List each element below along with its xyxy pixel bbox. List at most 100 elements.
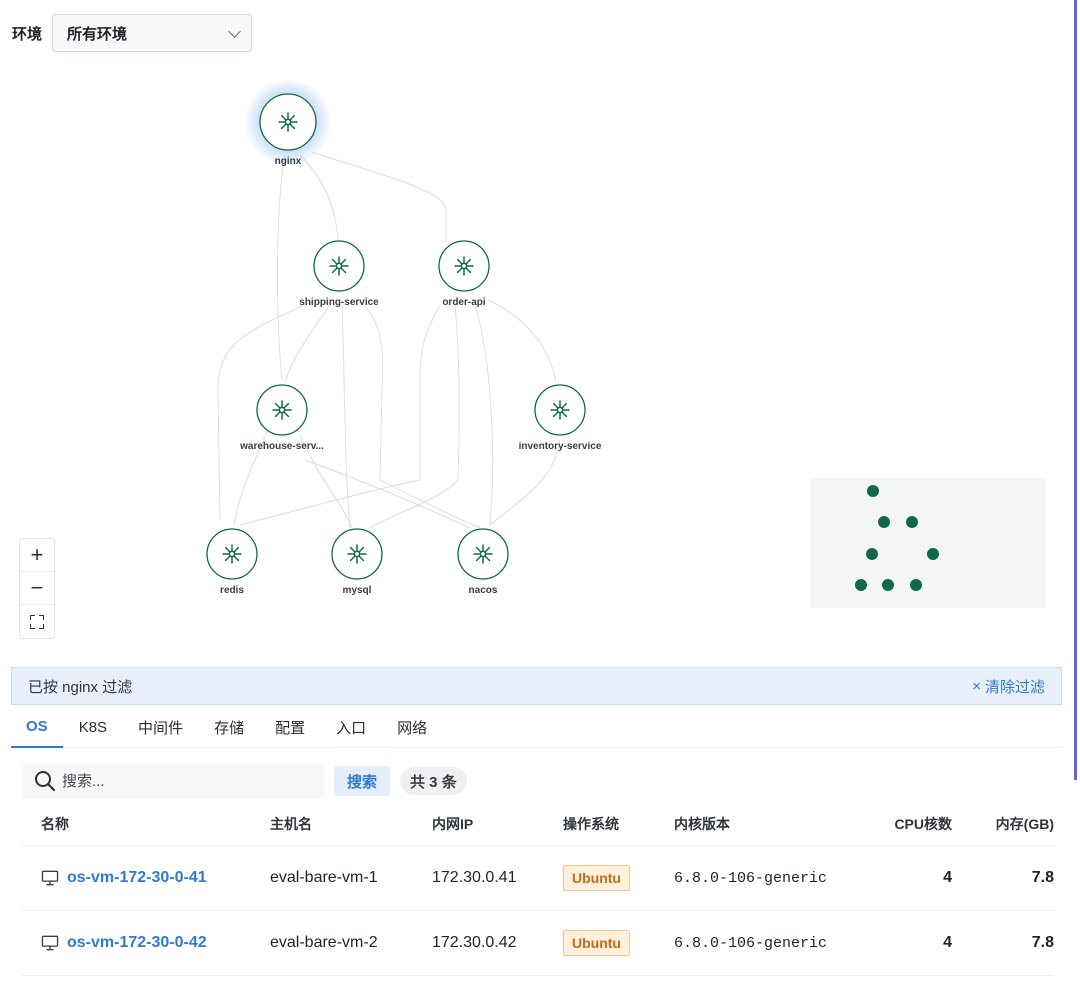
graph-node-mysql[interactable]: mysql xyxy=(331,528,383,596)
tab-k8s[interactable]: K8S xyxy=(64,707,122,748)
tab-ingress[interactable]: 入口 xyxy=(321,707,381,748)
edge xyxy=(311,151,447,242)
search-box[interactable] xyxy=(22,764,324,798)
edge xyxy=(276,154,286,381)
graph-edges xyxy=(217,151,561,529)
tab-storage[interactable]: 存储 xyxy=(199,707,259,748)
fit-view-button[interactable] xyxy=(20,605,54,638)
node-circle[interactable] xyxy=(256,384,308,436)
vm-name-cell: os-vm-172-30-0-42 xyxy=(22,934,270,952)
node-circle[interactable] xyxy=(206,528,258,580)
table-header: 名称 主机名 内网IP 操作系统 内核版本 CPU核数 内存(GB) xyxy=(22,803,1054,846)
close-icon: × xyxy=(972,677,981,695)
os-cell: Ubuntu xyxy=(563,930,674,956)
search-input[interactable] xyxy=(62,772,312,790)
edge xyxy=(341,304,351,529)
memory-cell: 7.8 xyxy=(1031,869,1054,886)
node-circle[interactable] xyxy=(313,240,365,292)
column-header-os[interactable]: 操作系统 xyxy=(563,814,674,834)
graph-node-inventory[interactable]: inventory-service xyxy=(519,384,602,452)
tab-os[interactable]: OS xyxy=(11,707,63,748)
tab-config[interactable]: 配置 xyxy=(260,707,320,748)
tab-middleware[interactable]: 中间件 xyxy=(123,707,198,748)
env-selected-value: 所有环境 xyxy=(67,25,128,43)
hostname-cell: eval-bare-vm-1 xyxy=(270,869,378,886)
node-label: inventory-service xyxy=(519,441,602,452)
search-button[interactable]: 搜索 xyxy=(334,766,391,796)
minimap-node xyxy=(910,579,922,591)
table-row[interactable]: os-vm-172-30-0-41 eval-bare-vm-1 172.30.… xyxy=(22,846,1054,911)
column-header-cpu[interactable]: CPU核数 xyxy=(840,814,952,834)
zoom-in-button[interactable]: + xyxy=(20,539,54,572)
edge xyxy=(489,439,561,526)
graph-node-nacos[interactable]: nacos xyxy=(457,528,509,596)
hostname-cell: eval-bare-vm-2 xyxy=(270,934,378,951)
column-header-kernel[interactable]: 内核版本 xyxy=(674,814,840,834)
vm-name-link[interactable]: os-vm-172-30-0-42 xyxy=(67,934,207,952)
search-icon xyxy=(35,771,56,792)
column-header-memory[interactable]: 内存(GB) xyxy=(952,814,1054,834)
env-label: 环境 xyxy=(12,25,43,43)
node-label: mysql xyxy=(343,585,372,596)
resource-tabs: OS K8S 中间件 存储 配置 入口 网络 xyxy=(11,707,1062,748)
monitor-icon xyxy=(41,935,59,951)
minimap-node xyxy=(855,579,867,591)
ip-cell: 172.30.0.42 xyxy=(432,934,517,951)
vm-name-cell: os-vm-172-30-0-41 xyxy=(22,869,270,887)
graph-node-order[interactable]: order-api xyxy=(438,240,490,308)
node-label: warehouse-serv... xyxy=(239,441,324,452)
node-circle[interactable] xyxy=(259,93,317,151)
minimap-node xyxy=(867,485,879,497)
node-label: order-api xyxy=(442,297,486,308)
column-header-ip[interactable]: 内网IP xyxy=(432,814,563,834)
minimap[interactable] xyxy=(810,478,1046,608)
node-label: redis xyxy=(220,585,244,596)
os-table: 名称 主机名 内网IP 操作系统 内核版本 CPU核数 内存(GB) os-vm… xyxy=(22,803,1054,976)
node-circle[interactable] xyxy=(457,528,509,580)
cpu-cell: 4 xyxy=(943,869,952,886)
node-label: nginx xyxy=(275,156,302,167)
search-row: 搜索 共 3 条 xyxy=(22,764,467,798)
table-row[interactable]: os-vm-172-30-0-42 eval-bare-vm-2 172.30.… xyxy=(22,911,1054,976)
graph-node-redis[interactable]: redis xyxy=(206,528,258,596)
memory-cell: 7.8 xyxy=(1031,934,1054,951)
minimap-node xyxy=(906,516,918,528)
graph-node-shipping[interactable]: shipping-service xyxy=(299,240,379,308)
fullscreen-icon xyxy=(30,614,44,629)
edge xyxy=(364,304,481,529)
edge xyxy=(474,304,494,526)
env-filter: 环境 所有环境 xyxy=(12,14,253,52)
node-circle[interactable] xyxy=(534,384,586,436)
monitor-icon xyxy=(41,870,59,886)
zoom-controls: + − xyxy=(19,538,55,639)
chevron-down-icon xyxy=(228,24,241,38)
minimap-node xyxy=(866,548,878,560)
minimap-node xyxy=(878,516,890,528)
ip-cell: 172.30.0.41 xyxy=(432,869,517,886)
kernel-cell: 6.8.0-106-generic xyxy=(674,934,828,952)
graph-node-nginx[interactable]: nginx xyxy=(244,78,332,167)
edge xyxy=(299,154,339,241)
node-label: nacos xyxy=(469,585,498,596)
node-circle[interactable] xyxy=(331,528,383,580)
minimap-node xyxy=(927,548,939,560)
graph-node-warehouse[interactable]: warehouse-serv... xyxy=(239,384,324,452)
env-select[interactable]: 所有环境 xyxy=(52,14,253,52)
result-count-badge: 共 3 条 xyxy=(400,767,467,795)
tab-network[interactable]: 网络 xyxy=(382,707,442,748)
clear-filter-button[interactable]: × 清除过滤 xyxy=(972,676,1045,697)
edge xyxy=(369,304,460,529)
zoom-out-button[interactable]: − xyxy=(20,572,54,605)
kernel-cell: 6.8.0-106-generic xyxy=(674,869,828,887)
vm-name-link[interactable]: os-vm-172-30-0-41 xyxy=(67,869,207,887)
os-badge: Ubuntu xyxy=(563,930,630,956)
column-header-name[interactable]: 名称 xyxy=(22,814,270,834)
filter-banner: 已按 nginx 过滤 × 清除过滤 xyxy=(11,667,1062,705)
filter-status-text: 已按 nginx 过滤 xyxy=(28,678,133,696)
os-cell: Ubuntu xyxy=(563,865,674,891)
clear-filter-label: 清除过滤 xyxy=(984,678,1045,696)
edge xyxy=(284,304,331,383)
column-header-hostname[interactable]: 主机名 xyxy=(270,814,432,834)
node-circle[interactable] xyxy=(438,240,490,292)
edge xyxy=(304,459,471,529)
